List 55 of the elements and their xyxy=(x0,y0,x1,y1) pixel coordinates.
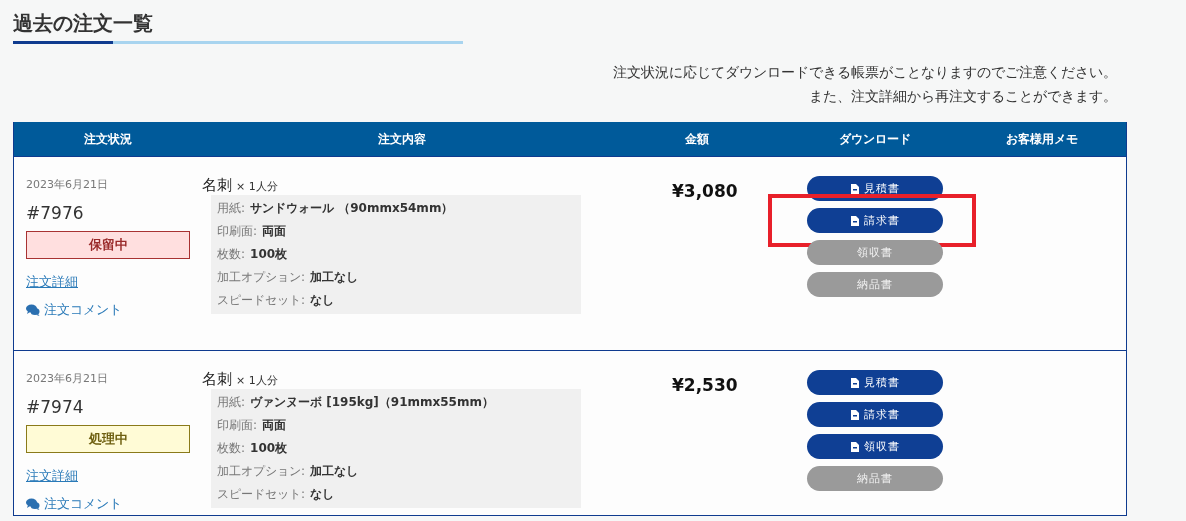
spec-value: なし xyxy=(310,486,335,503)
spec-value: 両面 xyxy=(262,417,287,434)
order-number: #7976 xyxy=(26,203,84,223)
spec-value: 100枚 xyxy=(250,440,288,457)
status-label: 保留中 xyxy=(26,231,190,259)
order-detail-link[interactable]: 注文詳細 xyxy=(26,467,78,485)
product-quantity: × 1人分 xyxy=(236,373,278,388)
order-amount: ¥3,080 xyxy=(672,181,738,201)
column-header: 金額 xyxy=(684,130,710,148)
notice-text: また、注文詳細から再注文することができます。 xyxy=(809,87,1117,106)
download-button[interactable]: 請求書 xyxy=(807,208,943,233)
column-header: 注文状況 xyxy=(83,130,133,148)
order-number: #7974 xyxy=(26,397,84,417)
spec-label: 用紙: xyxy=(217,394,246,411)
document-icon xyxy=(850,215,859,226)
order-detail-link[interactable]: 注文詳細 xyxy=(26,273,78,291)
status-label: 処理中 xyxy=(26,425,190,453)
spec-value: 加工なし xyxy=(310,269,359,286)
chat-icon xyxy=(26,498,40,510)
order-date: 2023年6月21日 xyxy=(26,371,108,386)
order-comment-link[interactable]: 注文コメント xyxy=(26,495,122,513)
page-title: 過去の注文一覧 xyxy=(13,10,463,44)
order-date: 2023年6月21日 xyxy=(26,177,108,192)
order-amount: ¥2,530 xyxy=(672,375,738,395)
spec-value: なし xyxy=(310,292,335,309)
product-quantity: × 1人分 xyxy=(236,179,278,194)
document-icon xyxy=(850,441,859,452)
spec-label: スピードセット: xyxy=(217,292,306,309)
download-button[interactable]: 領収書 xyxy=(807,434,943,459)
product-name: 名刺 xyxy=(202,370,232,389)
spec-label: 加工オプション: xyxy=(217,463,306,480)
column-header: お客様用メモ xyxy=(1005,130,1079,148)
spec-value: 両面 xyxy=(262,223,287,240)
download-button[interactable]: 請求書 xyxy=(807,402,943,427)
spec-label: 用紙: xyxy=(217,200,246,217)
document-icon xyxy=(850,183,859,194)
spec-value: 100枚 xyxy=(250,246,288,263)
spec-label: 加工オプション: xyxy=(217,269,306,286)
notice-text: 注文状況に応じてダウンロードできる帳票がことなりますのでご注意ください。 xyxy=(613,63,1117,82)
product-name: 名刺 xyxy=(202,176,232,195)
spec-label: 印刷面: xyxy=(217,417,258,434)
document-icon xyxy=(850,409,859,420)
spec-value: サンドウォール （90mmx54mm） xyxy=(250,200,454,217)
spec-label: 印刷面: xyxy=(217,223,258,240)
spec-value: ヴァンヌーボ [195kg]（91mmx55mm） xyxy=(250,394,494,411)
spec-value: 加工なし xyxy=(310,463,359,480)
document-icon xyxy=(850,377,859,388)
column-header: 注文内容 xyxy=(377,130,427,148)
spec-label: 枚数: xyxy=(217,440,246,457)
spec-label: 枚数: xyxy=(217,246,246,263)
download-button[interactable]: 見積書 xyxy=(807,370,943,395)
spec-label: スピードセット: xyxy=(217,486,306,503)
chat-icon xyxy=(26,304,40,316)
order-comment-link[interactable]: 注文コメント xyxy=(26,301,122,319)
column-header: ダウンロード xyxy=(838,130,912,148)
